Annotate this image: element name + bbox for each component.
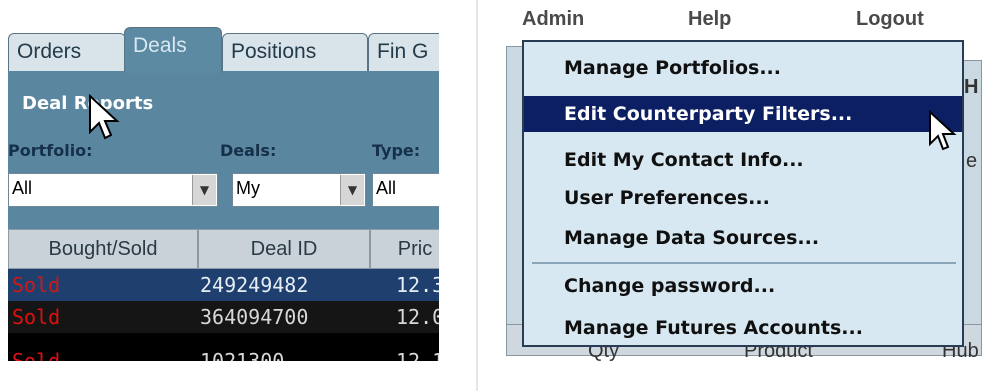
cell-price: 12.3 bbox=[396, 273, 439, 297]
cell-price: 12.1 bbox=[396, 349, 439, 361]
deals-window: Orders Deals Positions Fin G Deal Report… bbox=[8, 9, 439, 361]
right-screenshot-panel: Admin Help Logout H e Qty Product Hub Ma… bbox=[492, 0, 982, 391]
cell-side: Sold bbox=[12, 305, 61, 329]
deals-select-value: My bbox=[236, 178, 260, 198]
table-row[interactable]: Sold 249249482 12.3 bbox=[8, 269, 439, 301]
cell-price: 12.0 bbox=[396, 305, 439, 329]
menu-item-manage-portfolios[interactable]: Manage Portfolios... bbox=[524, 50, 962, 86]
admin-dropdown-menu: Manage Portfolios... Edit Counterparty F… bbox=[522, 40, 964, 347]
cell-deal-id: 249249482 bbox=[200, 273, 309, 297]
dropdown-arrow-icon[interactable]: ▼ bbox=[192, 175, 216, 205]
menu-separator bbox=[532, 262, 956, 264]
menu-logout[interactable]: Logout bbox=[856, 8, 924, 31]
menu-item-edit-counterparty-filters[interactable]: Edit Counterparty Filters... bbox=[524, 96, 962, 132]
portfolio-select[interactable]: All ▼ bbox=[8, 173, 218, 207]
mouse-cursor-icon bbox=[89, 94, 120, 140]
portfolio-select-value: All bbox=[12, 178, 33, 198]
menu-help[interactable]: Help bbox=[688, 8, 731, 31]
tab-fin-g[interactable]: Fin G bbox=[368, 33, 439, 73]
cell-side: Sold bbox=[12, 349, 61, 361]
background-fragment: H bbox=[964, 76, 979, 98]
cell-deal-id: 364094700 bbox=[200, 305, 309, 329]
deals-label: Deals: bbox=[220, 141, 277, 160]
cell-side: Sold bbox=[12, 273, 61, 297]
cell-deal-id: 1021300 bbox=[200, 349, 285, 361]
menu-admin[interactable]: Admin bbox=[522, 8, 584, 31]
table-row[interactable]: Sold 1021300 12.1 bbox=[8, 333, 439, 361]
tab-deals[interactable]: Deals bbox=[124, 27, 222, 73]
menu-item-user-preferences[interactable]: User Preferences... bbox=[524, 180, 962, 216]
dropdown-arrow-icon[interactable]: ▼ bbox=[340, 175, 364, 205]
type-label: Type: bbox=[372, 141, 421, 160]
type-select-value: All bbox=[376, 178, 397, 198]
menu-item-manage-data-sources[interactable]: Manage Data Sources... bbox=[524, 220, 962, 256]
panel-divider bbox=[476, 0, 478, 391]
tab-positions[interactable]: Positions bbox=[222, 33, 368, 73]
tab-bar: Orders Deals Positions Fin G bbox=[8, 9, 439, 73]
table-row[interactable]: Sold 364094700 12.0 bbox=[8, 301, 439, 333]
deals-select[interactable]: My ▼ bbox=[232, 173, 366, 207]
background-fragment: e bbox=[966, 150, 978, 172]
menu-item-manage-futures-accounts[interactable]: Manage Futures Accounts... bbox=[524, 310, 962, 346]
column-header-deal-id[interactable]: Deal ID bbox=[198, 229, 370, 269]
left-screenshot-panel: Orders Deals Positions Fin G Deal Report… bbox=[0, 0, 447, 391]
tab-orders[interactable]: Orders bbox=[8, 33, 126, 73]
type-select[interactable]: All bbox=[372, 173, 439, 207]
column-header-price[interactable]: Pric bbox=[370, 229, 439, 269]
portfolio-label: Portfolio: bbox=[8, 141, 93, 160]
mouse-cursor-icon bbox=[929, 110, 957, 151]
menu-item-change-password[interactable]: Change password... bbox=[524, 268, 962, 304]
menu-item-edit-my-contact-info[interactable]: Edit My Contact Info... bbox=[524, 142, 962, 178]
column-header-bought-sold[interactable]: Bought/Sold bbox=[8, 229, 198, 269]
